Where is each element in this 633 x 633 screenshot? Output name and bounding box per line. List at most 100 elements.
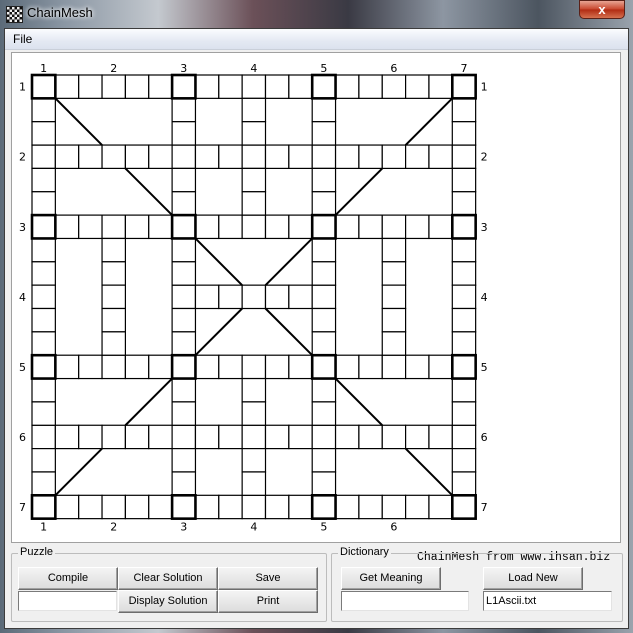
grid-cell[interactable] xyxy=(78,494,103,520)
compile-button[interactable]: Compile xyxy=(18,567,118,590)
grid-cell[interactable] xyxy=(218,284,243,310)
grid-cell[interactable] xyxy=(381,354,407,380)
grid-cell[interactable] xyxy=(311,144,337,170)
grid-cell[interactable] xyxy=(405,354,430,380)
grid-cell[interactable] xyxy=(311,237,337,263)
grid-cell[interactable] xyxy=(171,121,197,146)
grid-cell[interactable] xyxy=(78,424,103,450)
grid-cell[interactable] xyxy=(54,424,80,450)
grid-cell[interactable] xyxy=(171,307,197,333)
grid-cell[interactable] xyxy=(381,331,407,356)
grid-cell[interactable] xyxy=(451,377,477,403)
grid-cell[interactable] xyxy=(54,74,80,99)
grid-cell[interactable] xyxy=(451,331,477,356)
grid-cell[interactable] xyxy=(124,494,150,520)
grid-cell[interactable] xyxy=(31,307,56,333)
grid-cell[interactable] xyxy=(101,74,127,99)
grid-cell[interactable] xyxy=(264,74,290,99)
grid-cell[interactable] xyxy=(78,144,103,170)
grid-cell[interactable] xyxy=(101,424,127,450)
grid-cell[interactable] xyxy=(218,424,243,450)
grid-cell[interactable] xyxy=(31,191,56,216)
grid-cell[interactable] xyxy=(54,214,80,240)
grid-cell[interactable] xyxy=(31,471,56,496)
grid-cell[interactable] xyxy=(451,191,477,216)
grid-cell[interactable] xyxy=(358,74,383,99)
grid-cell[interactable] xyxy=(148,214,173,240)
grid-cell[interactable] xyxy=(194,74,220,99)
clear-solution-button[interactable]: Clear Solution xyxy=(118,567,218,590)
grid-cell[interactable] xyxy=(171,377,197,403)
grid-cell[interactable] xyxy=(358,214,383,240)
node-cell[interactable] xyxy=(170,73,197,100)
grid-cell[interactable] xyxy=(334,494,360,520)
display-solution-button[interactable]: Display Solution xyxy=(118,590,218,613)
grid-cell[interactable] xyxy=(241,424,267,450)
grid-cell[interactable] xyxy=(194,424,220,450)
grid-cell[interactable] xyxy=(358,144,383,170)
grid-cell[interactable] xyxy=(241,74,267,99)
grid-cell[interactable] xyxy=(264,424,290,450)
grid-cell[interactable] xyxy=(101,214,127,240)
grid-cell[interactable] xyxy=(381,424,407,450)
grid-cell[interactable] xyxy=(381,144,407,170)
grid-cell[interactable] xyxy=(101,354,127,380)
grid-cell[interactable] xyxy=(148,424,173,450)
grid-cell[interactable] xyxy=(311,97,337,123)
grid-cell[interactable] xyxy=(405,494,430,520)
grid-cell[interactable] xyxy=(194,494,220,520)
grid-cell[interactable] xyxy=(428,424,453,450)
grid-cell[interactable] xyxy=(124,144,150,170)
grid-cell[interactable] xyxy=(405,214,430,240)
grid-cell[interactable] xyxy=(241,97,267,123)
load-new-button[interactable]: Load New xyxy=(483,567,583,590)
grid-cell[interactable] xyxy=(381,237,407,263)
grid-cell[interactable] xyxy=(264,214,290,240)
grid-cell[interactable] xyxy=(288,214,313,240)
node-cell[interactable] xyxy=(310,493,337,520)
node-cell[interactable] xyxy=(170,493,197,520)
grid-cell[interactable] xyxy=(241,401,267,426)
grid-cell[interactable] xyxy=(148,494,173,520)
grid-cell[interactable] xyxy=(124,424,150,450)
grid-cell[interactable] xyxy=(31,377,56,403)
grid-cell[interactable] xyxy=(101,307,127,333)
grid-cell[interactable] xyxy=(54,494,80,520)
grid-cell[interactable] xyxy=(451,167,477,193)
grid-cell[interactable] xyxy=(171,97,197,123)
grid-cell[interactable] xyxy=(288,144,313,170)
grid-cell[interactable] xyxy=(264,354,290,380)
grid-cell[interactable] xyxy=(311,471,337,496)
grid-cell[interactable] xyxy=(241,377,267,403)
grid-cell[interactable] xyxy=(31,97,56,123)
node-cell[interactable] xyxy=(170,213,197,240)
grid-cell[interactable] xyxy=(171,401,197,426)
grid-cell[interactable] xyxy=(101,237,127,263)
grid-cell[interactable] xyxy=(358,354,383,380)
grid-cell[interactable] xyxy=(428,354,453,380)
grid-cell[interactable] xyxy=(241,191,267,216)
grid-cell[interactable] xyxy=(171,448,197,473)
node-cell[interactable] xyxy=(30,493,57,520)
grid-cell[interactable] xyxy=(101,261,127,286)
grid-cell[interactable] xyxy=(288,354,313,380)
grid-cell[interactable] xyxy=(264,144,290,170)
close-button[interactable]: x xyxy=(579,0,625,19)
grid-cell[interactable] xyxy=(334,74,360,99)
grid-cell[interactable] xyxy=(451,144,477,170)
grid-cell[interactable] xyxy=(358,424,383,450)
grid-cell[interactable] xyxy=(241,471,267,496)
grid-cell[interactable] xyxy=(54,354,80,380)
grid-cell[interactable] xyxy=(428,74,453,99)
grid-cell[interactable] xyxy=(241,494,267,520)
grid-cell[interactable] xyxy=(31,424,56,450)
grid-cell[interactable] xyxy=(451,448,477,473)
grid-cell[interactable] xyxy=(171,331,197,356)
grid-cell[interactable] xyxy=(31,237,56,263)
grid-cell[interactable] xyxy=(428,214,453,240)
grid-cell[interactable] xyxy=(405,144,430,170)
grid-cell[interactable] xyxy=(101,331,127,356)
grid-cell[interactable] xyxy=(171,144,197,170)
grid-cell[interactable] xyxy=(381,494,407,520)
grid-cell[interactable] xyxy=(311,448,337,473)
